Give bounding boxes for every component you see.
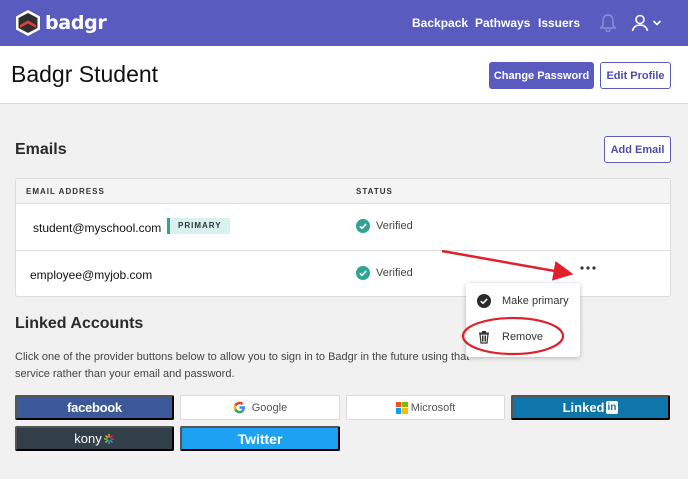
edit-profile-button[interactable]: Edit Profile [600,62,671,89]
table-header: EMAIL ADDRESS STATUS [16,179,670,204]
check-circle-icon [356,266,370,280]
microsoft-icon [395,401,408,414]
facebook-label: facebook [67,400,122,415]
change-password-button[interactable]: Change Password [489,62,594,89]
menu-label: Remove [502,331,543,343]
linkedin-button[interactable]: Linked in [511,395,670,420]
profile-header: Badgr Student Change Password Edit Profi… [0,46,688,104]
kony-logo-icon [103,433,114,444]
nav-backpack[interactable]: Backpack [412,16,468,30]
chevron-down-icon[interactable] [652,19,662,27]
email-address: student@myschool.com [33,221,162,235]
status-text: Verified [376,267,413,279]
user-icon[interactable] [630,13,650,33]
linked-accounts-description: Click one of the provider buttons below … [15,351,470,380]
bell-icon[interactable] [599,13,617,33]
kony-button[interactable]: kony [15,426,174,451]
check-circle-icon [356,219,370,233]
status-cell: Verified [356,219,413,233]
email-actions-menu: Make primary Remove [466,283,580,357]
trash-icon [479,331,489,344]
logo-icon [16,10,40,36]
twitter-button[interactable]: Twitter [180,426,340,451]
linked-accounts-heading: Linked Accounts [15,315,144,332]
column-status: STATUS [356,187,393,196]
linkedin-label: Linked [562,400,605,415]
facebook-button[interactable]: facebook [15,395,174,420]
google-icon [233,401,245,414]
microsoft-button[interactable]: Microsoft [346,395,505,420]
add-email-button[interactable]: Add Email [604,136,671,163]
emails-table: EMAIL ADDRESS STATUS student@myschool.co… [15,178,671,297]
status-text: Verified [376,220,413,232]
nav-issuers[interactable]: Issuers [538,16,580,30]
nav-pathways[interactable]: Pathways [475,16,530,30]
google-button[interactable]: Google [180,395,340,420]
page-title: Badgr Student [11,61,159,87]
microsoft-label: Microsoft [410,401,456,414]
table-row: student@myschool.com PRIMARY Verified [16,204,670,251]
menu-label: Make primary [502,295,569,307]
menu-item-make-primary[interactable]: Make primary [466,283,580,319]
primary-badge: PRIMARY [167,218,230,234]
twitter-label: Twitter [237,430,283,447]
google-label: Google [251,401,288,414]
check-circle-icon [477,294,491,308]
status-cell: Verified [356,266,413,280]
app-logo[interactable]: badgr [15,9,107,37]
column-email-address: EMAIL ADDRESS [26,187,105,196]
app-name: badgr [45,12,107,34]
linkedin-in-mark: in [605,401,619,414]
kony-label: kony [74,431,102,446]
emails-heading: Emails [15,141,67,158]
more-icon[interactable] [578,262,598,274]
email-address: employee@myjob.com [30,268,153,282]
menu-item-remove[interactable]: Remove [466,319,580,355]
top-navbar: badgr Backpack Pathways Issuers [0,0,688,46]
